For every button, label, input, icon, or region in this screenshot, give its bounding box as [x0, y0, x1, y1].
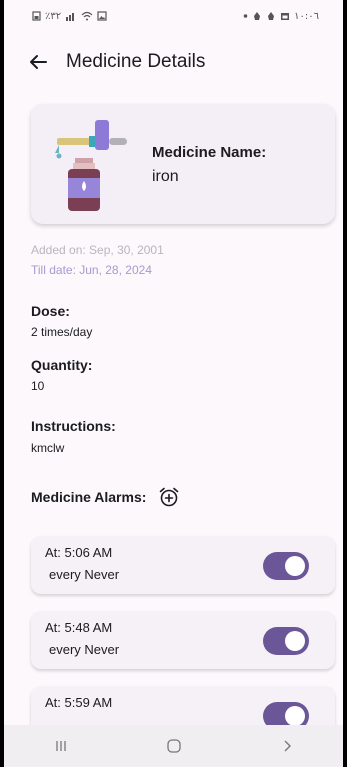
back-button[interactable]: [16, 40, 60, 84]
nav-back-button[interactable]: [267, 731, 307, 761]
alarm-notification-icon: [254, 12, 261, 20]
quantity-value: 10: [31, 379, 45, 393]
alarm-card[interactable]: At: 5:48 AM every Never: [31, 611, 335, 669]
clock: ١٠:٠٦: [294, 10, 319, 22]
medicine-name-value: iron: [152, 168, 179, 185]
wifi-icon: [81, 11, 93, 21]
toggle-knob: [285, 706, 305, 726]
alarm-notification-icon: [268, 12, 275, 20]
alarm-toggle[interactable]: [263, 552, 309, 580]
arrow-left-icon: [30, 55, 47, 69]
app-bar: Medicine Details: [4, 40, 343, 84]
page-title: Medicine Details: [66, 51, 206, 72]
alarm-repeat: every Never: [49, 567, 120, 582]
recents-icon: [55, 741, 66, 751]
alarms-header: Medicine Alarms:: [31, 486, 180, 508]
calendar-notification-icon: [281, 13, 290, 20]
toggle-knob: [285, 556, 305, 576]
quantity-label: Quantity:: [31, 357, 93, 373]
status-right: ١٠:٠٦: [243, 11, 319, 22]
alarm-time: At: 5:06 AM: [45, 545, 113, 560]
medicine-bottle-dropper-icon: [55, 120, 127, 211]
alarm-repeat: every Never: [49, 642, 120, 657]
back-chevron-icon: [284, 740, 291, 752]
alarm-time: At: 5:59 AM: [45, 695, 113, 710]
alarm-toggle[interactable]: [263, 627, 309, 655]
home-icon: [166, 739, 181, 753]
image-notification-icon: [97, 11, 107, 21]
alarms-title: Medicine Alarms:: [31, 489, 147, 505]
battery-percent: ٪٣٢: [45, 10, 62, 22]
home-button[interactable]: [154, 731, 194, 761]
till-date: Till date: Jun, 28, 2024: [31, 263, 152, 277]
instructions-value: kmclw: [31, 441, 65, 455]
system-nav-bar: [4, 725, 343, 767]
add-alarm-icon[interactable]: [158, 486, 180, 508]
signal-icon: [66, 13, 75, 21]
added-on-date: Added on: Sep, 30, 2001: [31, 243, 164, 257]
battery-saver-icon: [32, 11, 41, 21]
dot-icon: [243, 14, 248, 18]
status-bar: ٪٣٢ ١٠:٠٦: [4, 0, 343, 32]
dose-label: Dose:: [31, 303, 70, 319]
alarm-time: At: 5:48 AM: [45, 620, 113, 635]
status-left: ٪٣٢: [32, 11, 107, 22]
medicine-name-label: Medicine Name:: [152, 144, 267, 161]
recents-button[interactable]: [41, 731, 81, 761]
toggle-knob: [285, 631, 305, 651]
alarm-card[interactable]: At: 5:06 AM every Never: [31, 536, 335, 594]
phone-screen: ٪٣٢ ١٠:٠٦ Medicine Details Medicine Name…: [4, 0, 343, 767]
medicine-card: Medicine Name: iron: [31, 104, 335, 224]
dose-value: 2 times/day: [31, 325, 93, 339]
instructions-label: Instructions:: [31, 418, 116, 434]
